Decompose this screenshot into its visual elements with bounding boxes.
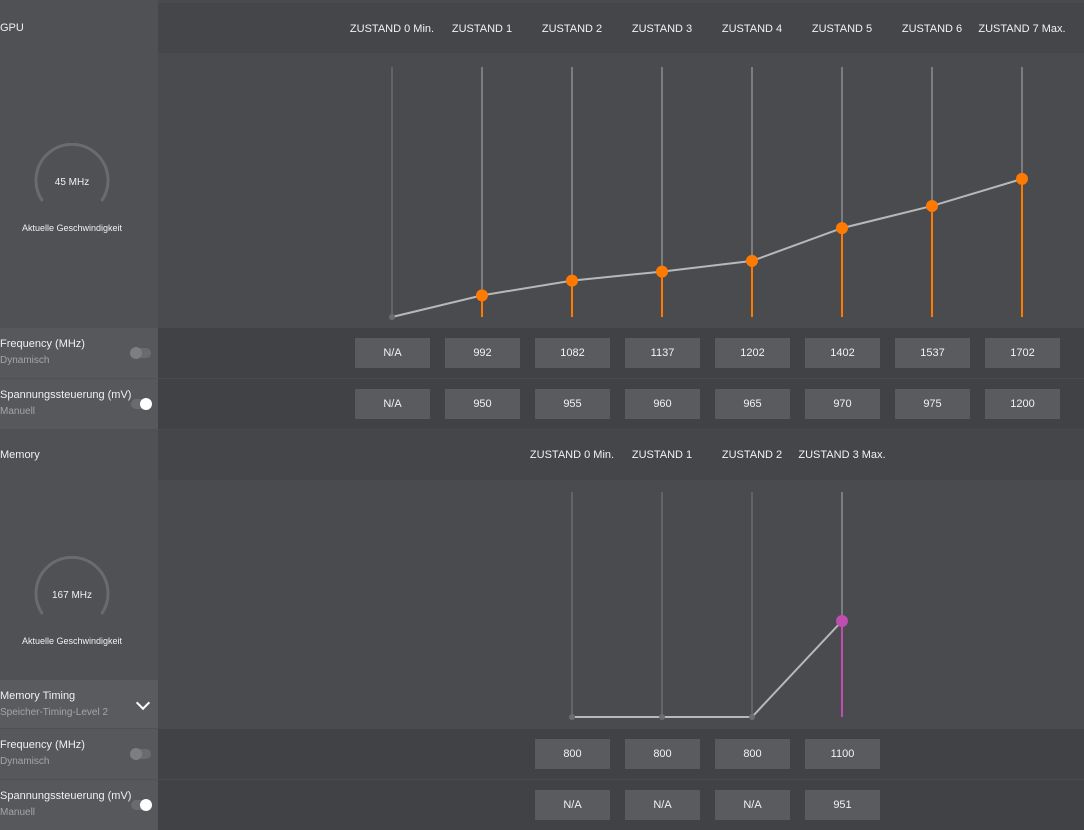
gpu-frequency-toggle[interactable]	[130, 347, 151, 359]
gpu-voltage-value[interactable]: 965	[715, 389, 790, 419]
gpu-frequency-value: N/A	[355, 338, 430, 368]
gpu-voltage-label: Spannungssteuerung (mV)	[0, 389, 132, 401]
memory-state-label: ZUSTAND 3 Max.	[798, 449, 886, 461]
memory-voltage-value: N/A	[625, 790, 700, 820]
gpu-state-label: ZUSTAND 1	[451, 23, 513, 35]
gpu-state-point	[1016, 172, 1028, 185]
memory-timing-value: Speicher-Timing-Level 2	[0, 707, 109, 718]
gpu-frequency-value[interactable]: 1537	[895, 338, 970, 368]
memory-state-label: ZUSTAND 1	[631, 449, 693, 461]
memory-voltage-control: Spannungssteuerung (mV) Manuell	[0, 780, 158, 830]
memory-frequency-value[interactable]: 1100	[805, 739, 880, 769]
gpu-state-point	[836, 222, 848, 235]
gpu-gauge-caption: Aktuelle Geschwindigkeit	[21, 223, 123, 233]
gpu-frequency-mode: Dynamisch	[0, 355, 50, 366]
gpu-frequency-value[interactable]: 1402	[805, 338, 880, 368]
gpu-state-label: ZUSTAND 6	[901, 23, 963, 35]
gpu-curve-line	[391, 177, 1023, 318]
gpu-state-point	[746, 254, 758, 267]
gpu-state-label: ZUSTAND 2	[541, 23, 603, 35]
memory-frequency-mode: Dynamisch	[0, 756, 50, 767]
gpu-state-point	[926, 199, 938, 212]
gpu-state-label: ZUSTAND 7 Max.	[978, 23, 1066, 35]
gpu-state-label: ZUSTAND 3	[631, 23, 693, 35]
memory-timing-dropdown[interactable]: Memory Timing Speicher-Timing-Level 2	[0, 680, 158, 728]
gpu-voltage-value[interactable]: 970	[805, 389, 880, 419]
gpu-voltage-toggle[interactable]	[131, 398, 152, 410]
gpu-gauge-value: 45 MHz	[54, 177, 90, 188]
memory-state-point	[749, 714, 755, 720]
gpu-frequency-value[interactable]: 1082	[535, 338, 610, 368]
memory-voltage-value: N/A	[715, 790, 790, 820]
memory-state-point	[659, 714, 665, 720]
gpu-voltage-mode: Manuell	[0, 406, 36, 417]
gpu-voltage-control: Spannungssteuerung (mV) Manuell	[0, 379, 158, 429]
gpu-frequency-control: Frequency (MHz) Dynamisch	[0, 328, 158, 378]
gpu-voltage-value: N/A	[355, 389, 430, 419]
memory-voltage-value[interactable]: 951	[805, 790, 880, 820]
gpu-voltage-value[interactable]: 960	[625, 389, 700, 419]
memory-state-label: ZUSTAND 0 Min.	[529, 449, 615, 461]
gpu-state-label: ZUSTAND 5	[811, 23, 873, 35]
memory-frequency-label: Frequency (MHz)	[0, 739, 85, 751]
gpu-voltage-value[interactable]: 955	[535, 389, 610, 419]
memory-state-label: ZUSTAND 2	[721, 449, 783, 461]
gpu-voltage-value[interactable]: 950	[445, 389, 520, 419]
gpu-frequency-value[interactable]: 1137	[625, 338, 700, 368]
gpu-voltage-value[interactable]: 1200	[985, 389, 1060, 419]
memory-section-title: Memory	[0, 430, 158, 480]
memory-frequency-value[interactable]: 800	[535, 739, 610, 769]
gpu-state-label: ZUSTAND 4	[721, 23, 783, 35]
memory-timing-label: Memory Timing	[0, 690, 76, 702]
memory-voltage-value: N/A	[535, 790, 610, 820]
memory-curve-line	[572, 620, 843, 718]
memory-state-point	[836, 615, 848, 627]
gpu-section-title: GPU	[0, 3, 158, 53]
gpu-frequency-label: Frequency (MHz)	[0, 338, 85, 350]
memory-voltage-mode: Manuell	[0, 807, 36, 818]
memory-frequency-value[interactable]: 800	[715, 739, 790, 769]
memory-gauge-caption: Aktuelle Geschwindigkeit	[21, 636, 123, 646]
memory-gauge-value: 167 MHz	[51, 590, 92, 601]
gpu-state-label: ZUSTAND 0 Min.	[349, 23, 435, 35]
gpu-state-point	[566, 274, 578, 287]
memory-frequency-value[interactable]: 800	[625, 739, 700, 769]
memory-frequency-toggle[interactable]	[130, 748, 151, 760]
gpu-state-point	[389, 314, 395, 320]
gpu-frequency-value[interactable]: 1702	[985, 338, 1060, 368]
memory-state-point	[569, 714, 575, 720]
gpu-state-point	[476, 289, 488, 302]
gpu-frequency-value[interactable]: 992	[445, 338, 520, 368]
chevron-down-icon	[135, 695, 151, 711]
gpu-state-point	[656, 265, 668, 278]
memory-frequency-control: Frequency (MHz) Dynamisch	[0, 729, 158, 779]
memory-voltage-label: Spannungssteuerung (mV)	[0, 790, 132, 802]
gpu-frequency-value[interactable]: 1202	[715, 338, 790, 368]
gpu-voltage-value[interactable]: 975	[895, 389, 970, 419]
memory-voltage-toggle[interactable]	[131, 799, 152, 811]
